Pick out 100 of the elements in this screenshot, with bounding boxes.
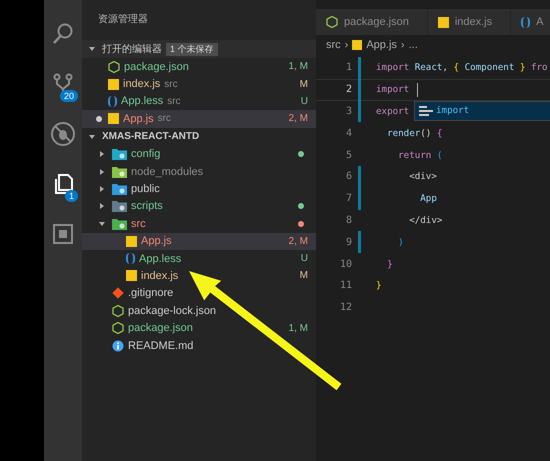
code-line: import React, { Component } fro bbox=[376, 62, 548, 74]
line-number: 2 bbox=[344, 84, 352, 96]
suggestion-item[interactable]: import bbox=[414, 100, 550, 121]
line-number: 4 bbox=[344, 128, 352, 139]
extensions-icon bbox=[51, 222, 75, 246]
code-line: render() { bbox=[386, 128, 442, 139]
git-status: 1, M bbox=[288, 61, 308, 72]
git-status: U bbox=[300, 253, 308, 264]
git-status: 2, M bbox=[288, 236, 308, 247]
folder-icon bbox=[112, 148, 127, 160]
file-name: App.less bbox=[121, 95, 164, 108]
tree-item[interactable]: .gitignore bbox=[82, 284, 316, 302]
file-path: src bbox=[167, 96, 181, 107]
file-name: App.js bbox=[141, 235, 172, 248]
info-icon bbox=[112, 340, 124, 352]
tree-item[interactable]: public bbox=[82, 180, 316, 198]
tree-item[interactable]: package-lock.json bbox=[82, 302, 316, 320]
file-name: package-lock.json bbox=[128, 304, 216, 317]
tree-item[interactable]: config bbox=[82, 146, 316, 163]
file-name: node_modules bbox=[131, 166, 204, 178]
section-header[interactable]: 打开的编辑器 1 个未保存 bbox=[82, 40, 316, 58]
folder-icon bbox=[112, 200, 127, 212]
git-status: U bbox=[300, 96, 308, 107]
code-line: <div> bbox=[408, 171, 437, 182]
activity-item[interactable]: 1 bbox=[44, 164, 82, 204]
code-line: return ( bbox=[397, 150, 442, 161]
file-path: src bbox=[164, 78, 178, 90]
js-file-icon bbox=[126, 270, 137, 282]
tree-item[interactable]: src bbox=[82, 215, 316, 233]
open-editor-item[interactable]: App.less src U bbox=[82, 92, 316, 110]
line-number: 7 bbox=[344, 193, 352, 204]
file-name: index.js bbox=[123, 78, 160, 90]
git-status: M bbox=[300, 270, 308, 282]
line-number: 12 bbox=[338, 302, 352, 314]
line-number: 1 bbox=[344, 62, 352, 74]
code-line: import bbox=[376, 84, 410, 96]
file-name: App.less bbox=[139, 252, 182, 265]
git-status: 1, M bbox=[288, 322, 308, 334]
search-icon bbox=[51, 22, 75, 46]
js-file-icon bbox=[126, 236, 137, 247]
snippet-icon bbox=[419, 106, 433, 116]
breadcrumb-item[interactable]: src bbox=[326, 39, 341, 51]
status-dot bbox=[298, 151, 304, 158]
braces-file-icon bbox=[108, 96, 117, 107]
git-status: M bbox=[300, 78, 308, 90]
hexagon-file-icon bbox=[108, 60, 120, 73]
breadcrumb-item[interactable]: ... bbox=[408, 39, 418, 51]
unsaved-badge: 1 个未保存 bbox=[166, 42, 218, 56]
tree-item[interactable]: scripts bbox=[82, 198, 316, 216]
file-name: App.js bbox=[123, 112, 154, 125]
code-line: export bbox=[376, 106, 410, 117]
tree-item[interactable]: package.json 1, M bbox=[82, 319, 316, 337]
editor-tab[interactable]: package.json bbox=[316, 9, 428, 35]
open-editor-item[interactable]: App.js src 2, M bbox=[82, 110, 316, 128]
no-bug-icon bbox=[50, 121, 76, 147]
breadcrumb-item[interactable]: App.js bbox=[366, 39, 397, 51]
text-cursor bbox=[417, 82, 418, 97]
folder-icon bbox=[112, 166, 127, 178]
diamond-file-icon bbox=[112, 287, 124, 300]
file-name: README.md bbox=[128, 340, 194, 352]
file-name: package.json bbox=[124, 60, 189, 73]
tree-item[interactable]: node_modules bbox=[82, 162, 316, 180]
file-name: scripts bbox=[131, 200, 163, 212]
count-badge: 1 bbox=[64, 190, 78, 202]
editor-tab[interactable]: index.js bbox=[428, 9, 512, 35]
tree-item[interactable]: index.js M bbox=[82, 267, 316, 285]
activity-item[interactable]: 20 bbox=[44, 64, 82, 104]
open-editor-item[interactable]: package.json 1, M bbox=[82, 58, 316, 76]
tree-item[interactable]: App.less U bbox=[82, 250, 316, 268]
breadcrumb-separator: › bbox=[344, 39, 348, 51]
status-dot bbox=[298, 220, 304, 227]
js-file-icon bbox=[438, 16, 449, 28]
panel-title: 资源管理器 bbox=[97, 13, 149, 27]
unsaved-dot-icon bbox=[96, 116, 102, 122]
line-number: 5 bbox=[344, 150, 352, 161]
file-name: package.json bbox=[128, 322, 193, 334]
file-name: .gitignore bbox=[128, 287, 174, 300]
js-file-icon bbox=[352, 40, 362, 50]
braces-file-icon bbox=[126, 253, 135, 264]
line-number: 8 bbox=[344, 214, 352, 226]
file-name: index.js bbox=[141, 270, 178, 282]
folder-icon bbox=[112, 218, 127, 230]
folder-icon bbox=[112, 183, 127, 196]
tree-item[interactable]: README.md bbox=[82, 336, 316, 354]
project-title: XMAS-REACT-ANTD bbox=[102, 131, 200, 142]
file-name: src bbox=[131, 218, 146, 230]
js-file-icon bbox=[108, 78, 119, 90]
status-dot bbox=[298, 203, 304, 210]
editor-tab[interactable]: A bbox=[511, 9, 550, 35]
tree-item[interactable]: App.js 2, M bbox=[82, 232, 316, 250]
line-number: 9 bbox=[344, 236, 352, 248]
file-name: public bbox=[131, 183, 160, 196]
open-editor-item[interactable]: index.js src M bbox=[82, 75, 316, 93]
section-title: 打开的编辑器 bbox=[102, 42, 162, 56]
braces-file-icon bbox=[521, 16, 530, 28]
code-line: } bbox=[376, 280, 382, 292]
line-number: 10 bbox=[338, 258, 352, 270]
line-number: 6 bbox=[344, 171, 352, 182]
hexagon-file-icon bbox=[112, 304, 124, 317]
count-badge: 20 bbox=[60, 90, 78, 102]
